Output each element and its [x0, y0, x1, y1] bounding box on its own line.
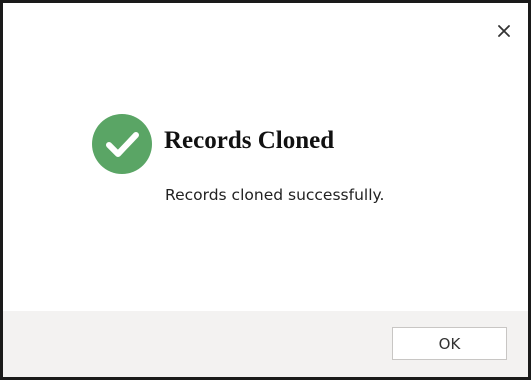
close-icon [497, 24, 511, 38]
records-cloned-dialog: Records Cloned Records cloned successful… [0, 0, 531, 380]
ok-button[interactable]: OK [392, 327, 507, 360]
close-button[interactable] [494, 21, 514, 41]
success-check-icon [91, 113, 153, 175]
dialog-footer: OK [3, 311, 528, 377]
dialog-title: Records Cloned [164, 127, 335, 154]
dialog-message: Records cloned successfully. [165, 186, 385, 204]
